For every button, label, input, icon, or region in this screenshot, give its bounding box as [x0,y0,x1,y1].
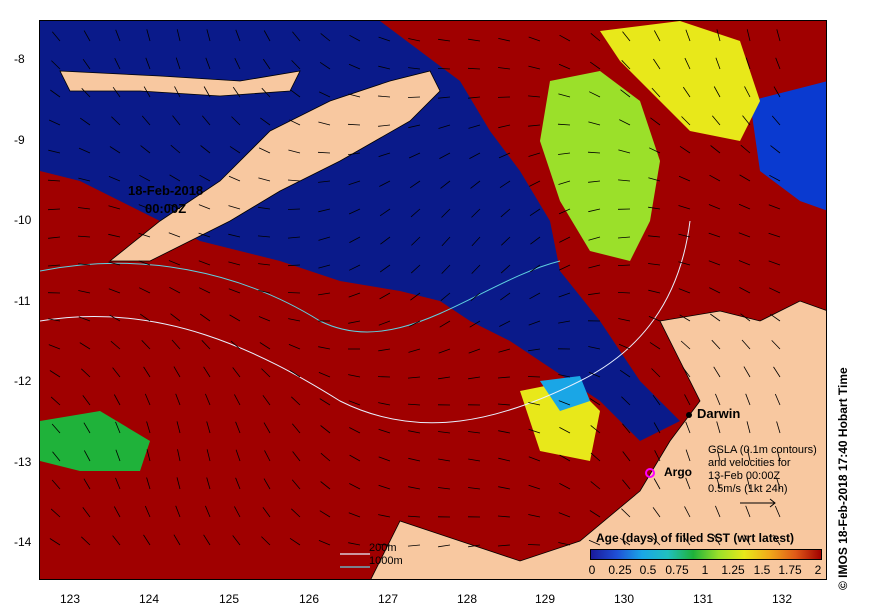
x-tick: 125 [218,592,240,606]
x-tick: 127 [377,592,399,606]
darwin-label: Darwin [697,406,741,421]
legend-tick: 1.5 [753,563,771,577]
y-tick: -11 [14,294,31,308]
contour-key: 200m 1000m [369,542,403,568]
credit-text: © IMOS 18-Feb-2018 17:40 Hobart Time [836,367,850,590]
velocity-arrow [527,544,541,546]
x-tick: 129 [534,592,556,606]
contour-key-200m: 200m [369,542,397,554]
gsla-note-line: GSLA (0.1m contours) [708,444,817,456]
x-tick: 132 [771,592,793,606]
x-tick: 124 [138,592,160,606]
gsla-note-line: 0.5m/s (1kt 24h) [708,483,788,495]
y-tick: -12 [14,374,32,388]
gsla-note: GSLA (0.1m contours) and velocities for … [708,444,817,496]
time-line: 00:00Z [144,201,187,216]
y-tick: -10 [14,213,32,227]
y-tick: -8 [14,52,25,66]
velocity-arrow [407,96,421,98]
x-tick: 128 [456,592,478,606]
legend-colorbar [590,549,822,560]
argo-label[interactable]: Argo [664,465,692,479]
legend-tick: 1.75 [778,563,802,577]
x-tick: 123 [59,592,81,606]
velocity-arrow [287,292,301,294]
gsla-note-line: and velocities for [708,457,791,469]
velocity-arrow [527,376,541,378]
gsla-note-line: 13-Feb 00:00Z [708,470,781,482]
legend-tick: 1.25 [721,563,745,577]
y-tick: -9 [14,133,25,147]
x-tick: 131 [692,592,714,606]
sst-map [39,20,827,580]
legend-tick: 0.75 [665,563,689,577]
y-tick: -14 [14,535,32,549]
contour-key-1000m: 1000m [369,555,403,567]
x-tick: 130 [613,592,635,606]
legend-tick: 2 [814,563,822,577]
map-date-label: 18-Feb-2018 00:00Z [128,182,203,218]
date-line: 18-Feb-2018 [128,183,204,198]
y-tick: -13 [14,455,32,469]
x-tick: 126 [298,592,320,606]
legend-tick: 0.25 [608,563,632,577]
legend-title: Age (days) of filled SST (wrt latest) [596,531,795,545]
legend-tick: 0 [588,563,596,577]
legend-tick: 1 [701,563,709,577]
legend-tick: 0.5 [639,563,657,577]
sst-map-canvas [40,21,826,579]
darwin-marker [686,412,692,418]
velocity-arrow [287,208,301,210]
